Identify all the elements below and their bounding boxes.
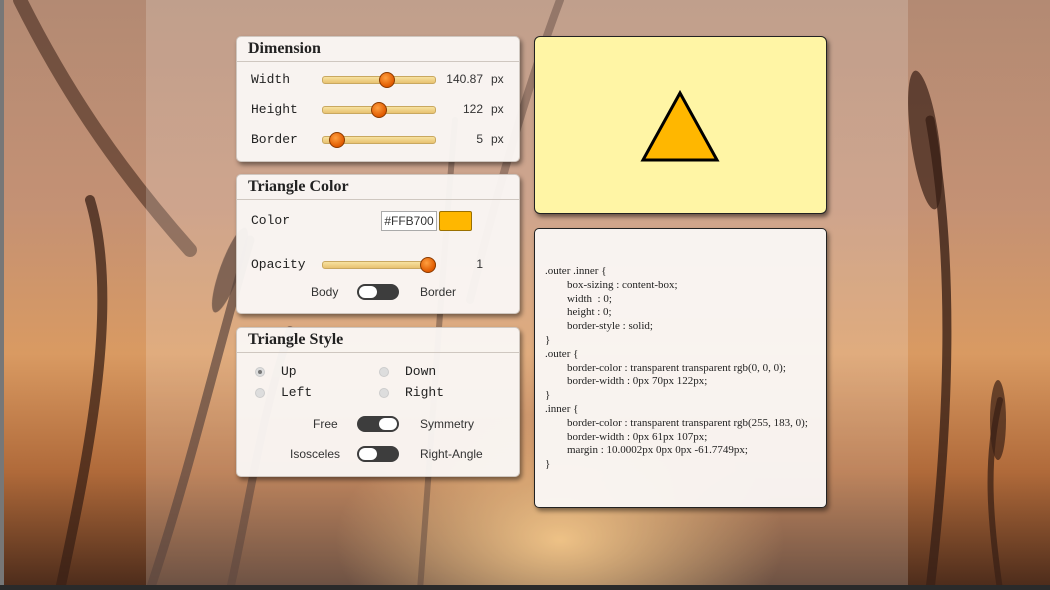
height-slider[interactable] <box>322 102 436 118</box>
height-label: Height <box>251 102 298 117</box>
code-line: } <box>545 389 551 402</box>
width-value: 140.87 <box>446 72 483 86</box>
radio-up[interactable] <box>255 367 265 377</box>
height-value: 122 <box>462 102 483 116</box>
dimension-title: Dimension <box>237 37 519 62</box>
code-line: .outer .inner { <box>545 265 607 277</box>
color-title: Triangle Color <box>237 175 519 200</box>
css-code-panel: .outer .inner { box-sizing : content-box… <box>534 228 827 508</box>
body-border-toggle[interactable] <box>357 284 399 300</box>
width-slider[interactable] <box>322 72 436 88</box>
opacity-value: 1 <box>476 257 483 271</box>
radio-left[interactable] <box>255 388 265 398</box>
border-row: Border 5 px <box>237 130 519 150</box>
toggle-border-label: Border <box>420 285 457 299</box>
free-symmetry-toggle[interactable] <box>357 416 399 432</box>
opacity-label: Opacity <box>251 257 306 272</box>
code-line: height : 0; <box>545 306 612 319</box>
toggle-free-label: Free <box>313 417 338 431</box>
toggle-rightangle-label: Right-Angle <box>420 447 483 461</box>
width-label: Width <box>251 72 291 87</box>
code-line: width : 0; <box>545 292 612 305</box>
code-line: box-sizing : content-box; <box>545 278 678 291</box>
radio-left-label: Left <box>281 385 313 400</box>
opacity-row: Opacity 1 <box>237 255 519 275</box>
color-swatch[interactable] <box>439 211 472 231</box>
border-slider[interactable] <box>322 132 436 148</box>
color-label: Color <box>251 213 291 228</box>
bottom-bar <box>0 585 1050 590</box>
triangle-color-panel: Triangle Color Color #FFB700 Opacity 1 B… <box>236 174 520 314</box>
triangle-shape <box>640 89 720 162</box>
opacity-slider[interactable] <box>322 257 437 273</box>
triangle-style-panel: Triangle Style Up Down Left Right Free S… <box>236 327 520 477</box>
hex-input[interactable]: #FFB700 <box>381 211 437 231</box>
radio-up-label: Up <box>281 364 297 379</box>
isosceles-rightangle-toggle[interactable] <box>357 446 399 462</box>
radio-down[interactable] <box>379 367 389 377</box>
triangle-preview <box>640 89 720 162</box>
code-line: border-width : 0px 61px 107px; <box>545 430 708 443</box>
code-line: .outer { <box>545 347 579 360</box>
dimension-panel: Dimension Width 140.87 px Height 122 px … <box>236 36 520 162</box>
height-row: Height 122 px <box>237 100 519 120</box>
code-line: border-style : solid; <box>545 320 653 333</box>
code-line: border-color : transparent transparent r… <box>545 416 808 429</box>
toggle-symmetry-label: Symmetry <box>420 417 474 431</box>
triangle-preview-panel <box>534 36 827 214</box>
css-code: .outer .inner { box-sizing : content-box… <box>545 265 808 472</box>
width-slider-knob[interactable] <box>378 72 395 88</box>
code-line: border-width : 0px 70px 122px; <box>545 375 708 388</box>
toggle-isosceles-label: Isosceles <box>290 447 341 461</box>
border-unit: px <box>491 132 504 146</box>
style-title: Triangle Style <box>237 328 519 353</box>
code-line: margin : 10.0002px 0px 0px -61.7749px; <box>545 444 748 457</box>
radio-right[interactable] <box>379 388 389 398</box>
radio-down-label: Down <box>405 364 437 379</box>
border-slider-knob[interactable] <box>329 132 346 148</box>
toggle-body-label: Body <box>311 285 339 299</box>
radio-right-label: Right <box>405 385 445 400</box>
border-value: 5 <box>476 132 483 146</box>
width-row: Width 140.87 px <box>237 70 519 90</box>
code-line: border-color : transparent transparent r… <box>545 361 786 374</box>
width-unit: px <box>491 72 504 86</box>
code-line: .inner { <box>545 402 579 415</box>
code-line: } <box>545 333 551 346</box>
height-slider-knob[interactable] <box>370 102 387 118</box>
height-unit: px <box>491 102 504 116</box>
border-label: Border <box>251 132 298 147</box>
code-line: } <box>545 458 551 471</box>
